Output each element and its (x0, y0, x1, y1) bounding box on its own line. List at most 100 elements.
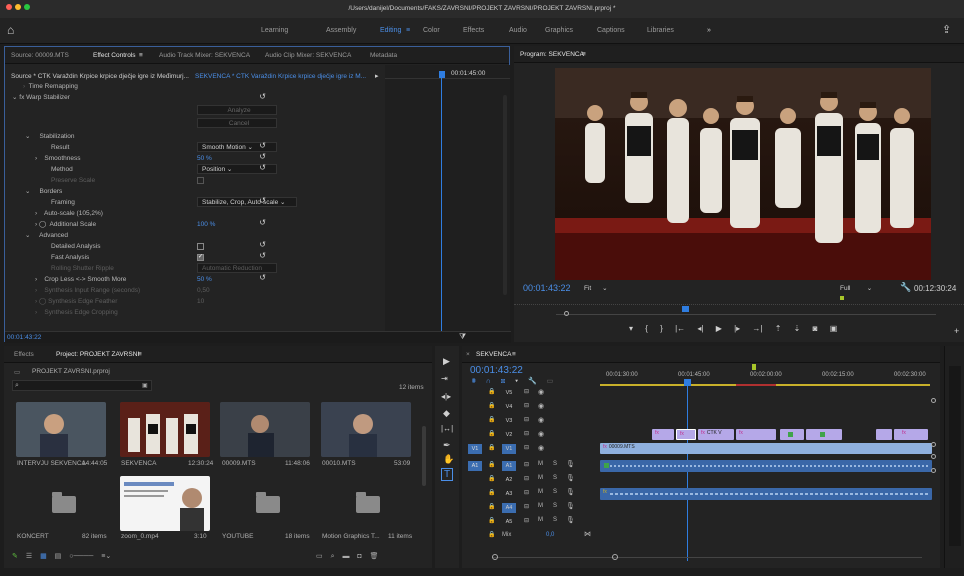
solo-button[interactable]: S (553, 489, 557, 495)
solo-button[interactable]: S (553, 503, 557, 509)
prop-smoothness[interactable]: › Smoothness (35, 153, 81, 164)
pencil-icon[interactable]: ✎ (12, 553, 18, 560)
track-header-a3[interactable]: 🔒 A3 ⊟ M S 🎙 (462, 487, 600, 501)
workspace-assembly[interactable]: Assembly (326, 27, 356, 34)
group-advanced[interactable]: ⌄ Advanced (25, 230, 68, 241)
prop-additional-scale[interactable]: › ◯ Additional Scale (35, 219, 96, 230)
project-scrollbar[interactable] (422, 426, 426, 486)
sync-icon[interactable]: ⊟ (524, 489, 529, 496)
find-icon[interactable]: ⌕ (331, 553, 335, 560)
lock-icon[interactable]: 🔒 (488, 416, 495, 423)
cancel-button[interactable]: Cancel (197, 118, 277, 128)
track-end-icon[interactable] (931, 468, 936, 473)
eye-icon[interactable]: ◉ (538, 444, 544, 452)
workspace-learning[interactable]: Learning (261, 27, 288, 34)
clip-v2-selected[interactable]: fx (676, 429, 696, 440)
mute-button[interactable]: M (538, 489, 543, 495)
timeline-menu-icon[interactable]: ≡ (512, 351, 516, 358)
track-header-a2[interactable]: 🔒 A2 ⊟ M S 🎙 (462, 473, 600, 487)
clip-a1[interactable] (600, 460, 932, 472)
track-header-a5[interactable]: 🔒 A5 ⊟ M S 🎙 (462, 515, 600, 529)
track-header-v3[interactable]: 🔒 V3 ⊟ ◉ (462, 414, 600, 428)
solo-button[interactable]: S (553, 475, 557, 481)
analyze-button[interactable]: Analyze (197, 105, 277, 115)
lock-icon[interactable]: 🔒 (488, 430, 495, 437)
tab-menu-icon[interactable]: ≡ (139, 52, 143, 59)
lock-icon[interactable]: 🔒 (488, 475, 495, 482)
lock-icon[interactable]: 🔒 (488, 461, 495, 468)
icon-view-icon[interactable]: ▦ (40, 553, 47, 560)
thumb-00009[interactable] (220, 402, 310, 457)
crop-less-value[interactable]: 50 % (197, 274, 212, 285)
sync-icon[interactable]: ⊟ (524, 444, 529, 451)
sync-icon[interactable]: ⊟ (524, 416, 529, 423)
microphone-icon[interactable]: 🎙 (566, 516, 575, 524)
reset-icon[interactable]: ↺ (259, 251, 266, 260)
tab-effect-controls[interactable]: Effect Controls (93, 52, 136, 59)
zoom-icon[interactable] (24, 4, 30, 10)
filter-icon[interactable]: ⧩ (459, 332, 466, 342)
playhead-handle-icon[interactable] (684, 379, 691, 386)
thumb-zoom[interactable] (120, 476, 210, 531)
clip-v2[interactable]: fx (894, 429, 928, 440)
fit-dropdown[interactable]: Fit ⌄ (584, 284, 608, 292)
detailed-analysis-checkbox[interactable] (197, 243, 204, 250)
clip-v2[interactable]: fx (736, 429, 776, 440)
folder-icon[interactable] (256, 492, 280, 513)
track-header-v2[interactable]: 🔒 V2 ⊟ ◉ (462, 428, 600, 442)
reset-icon[interactable]: ↺ (259, 196, 266, 205)
lock-icon[interactable]: 🔒 (488, 444, 495, 451)
comparison-icon[interactable]: ▣ (830, 324, 838, 333)
track-header-v5[interactable]: 🔒 V5 ⊟ ◉ (462, 386, 600, 400)
clip-v2[interactable]: fx CTK V (698, 429, 734, 440)
timeline-scrollbar[interactable] (482, 554, 932, 564)
mute-button[interactable]: M (538, 461, 543, 467)
automate-icon[interactable]: ▭ (316, 553, 323, 560)
zoom-handle-icon[interactable] (564, 311, 569, 316)
selection-tool-icon[interactable]: ▶ (443, 356, 450, 367)
share-icon[interactable]: ⇪ (942, 23, 951, 36)
source-patch-a1[interactable]: A1 (468, 461, 482, 471)
mute-button[interactable]: M (538, 517, 543, 523)
reset-icon[interactable]: ↺ (259, 152, 266, 161)
preserve-scale-checkbox[interactable] (197, 177, 204, 184)
clip-v2[interactable] (876, 429, 892, 440)
new-item-icon[interactable]: ◘ (357, 553, 361, 560)
clip-v1[interactable]: fx 00009.MTS (600, 443, 932, 454)
mark-out-icon[interactable]: } (660, 324, 663, 333)
workspace-libraries[interactable]: Libraries (647, 27, 674, 34)
zoom-handle-icon[interactable] (612, 554, 618, 560)
framing-dropdown[interactable]: Stabilize, Crop, Auto-scale ⌄ (197, 197, 297, 207)
program-title[interactable]: Program: SEKVENCA (520, 51, 584, 58)
add-button-icon[interactable]: + (954, 326, 959, 336)
program-scrubber[interactable] (514, 304, 964, 318)
eye-icon[interactable]: ◉ (538, 388, 544, 396)
extract-icon[interactable]: ⇣ (794, 324, 801, 333)
pen-icon[interactable]: ✒ (443, 440, 451, 451)
zoom-slider[interactable]: ○──── (69, 553, 93, 560)
project-search-input[interactable]: ⌕ (12, 380, 152, 391)
folder-icon[interactable] (52, 492, 76, 513)
playhead-handle-icon[interactable] (682, 306, 689, 312)
prop-warp-stabilizer[interactable]: ⌄ fx Warp Stabilizer (12, 92, 70, 103)
timeline-title[interactable]: SEKVENCA (476, 351, 511, 358)
clip-v2[interactable] (806, 429, 842, 440)
smoothness-value[interactable]: 50 % (197, 153, 212, 164)
track-header-v4[interactable]: 🔒 V4 ⊟ ◉ (462, 400, 600, 414)
rolling-shutter-dropdown[interactable]: Automatic Reduction (197, 263, 277, 273)
sync-icon[interactable]: ⊟ (524, 517, 529, 524)
workspace-editing[interactable]: Editing (380, 27, 401, 34)
workspace-graphics[interactable]: Graphics (545, 27, 573, 34)
solo-button[interactable]: S (553, 517, 557, 523)
window-controls[interactable] (6, 0, 33, 18)
effect-mini-timeline[interactable]: 00:01:45:00 (385, 65, 510, 343)
workspace-more[interactable]: » (707, 27, 711, 34)
freeform-view-icon[interactable]: ▤ (55, 553, 62, 560)
slip-icon[interactable]: |↔| (441, 424, 453, 433)
project-menu-icon[interactable]: ≡ (138, 351, 142, 358)
sync-icon[interactable]: ⊟ (524, 388, 529, 395)
clip-v2[interactable] (780, 429, 804, 440)
reset-icon[interactable]: ↺ (259, 92, 266, 101)
tab-source[interactable]: Source: 00009.MTS (11, 52, 69, 59)
track-select-icon[interactable]: ⇥ (441, 374, 448, 383)
